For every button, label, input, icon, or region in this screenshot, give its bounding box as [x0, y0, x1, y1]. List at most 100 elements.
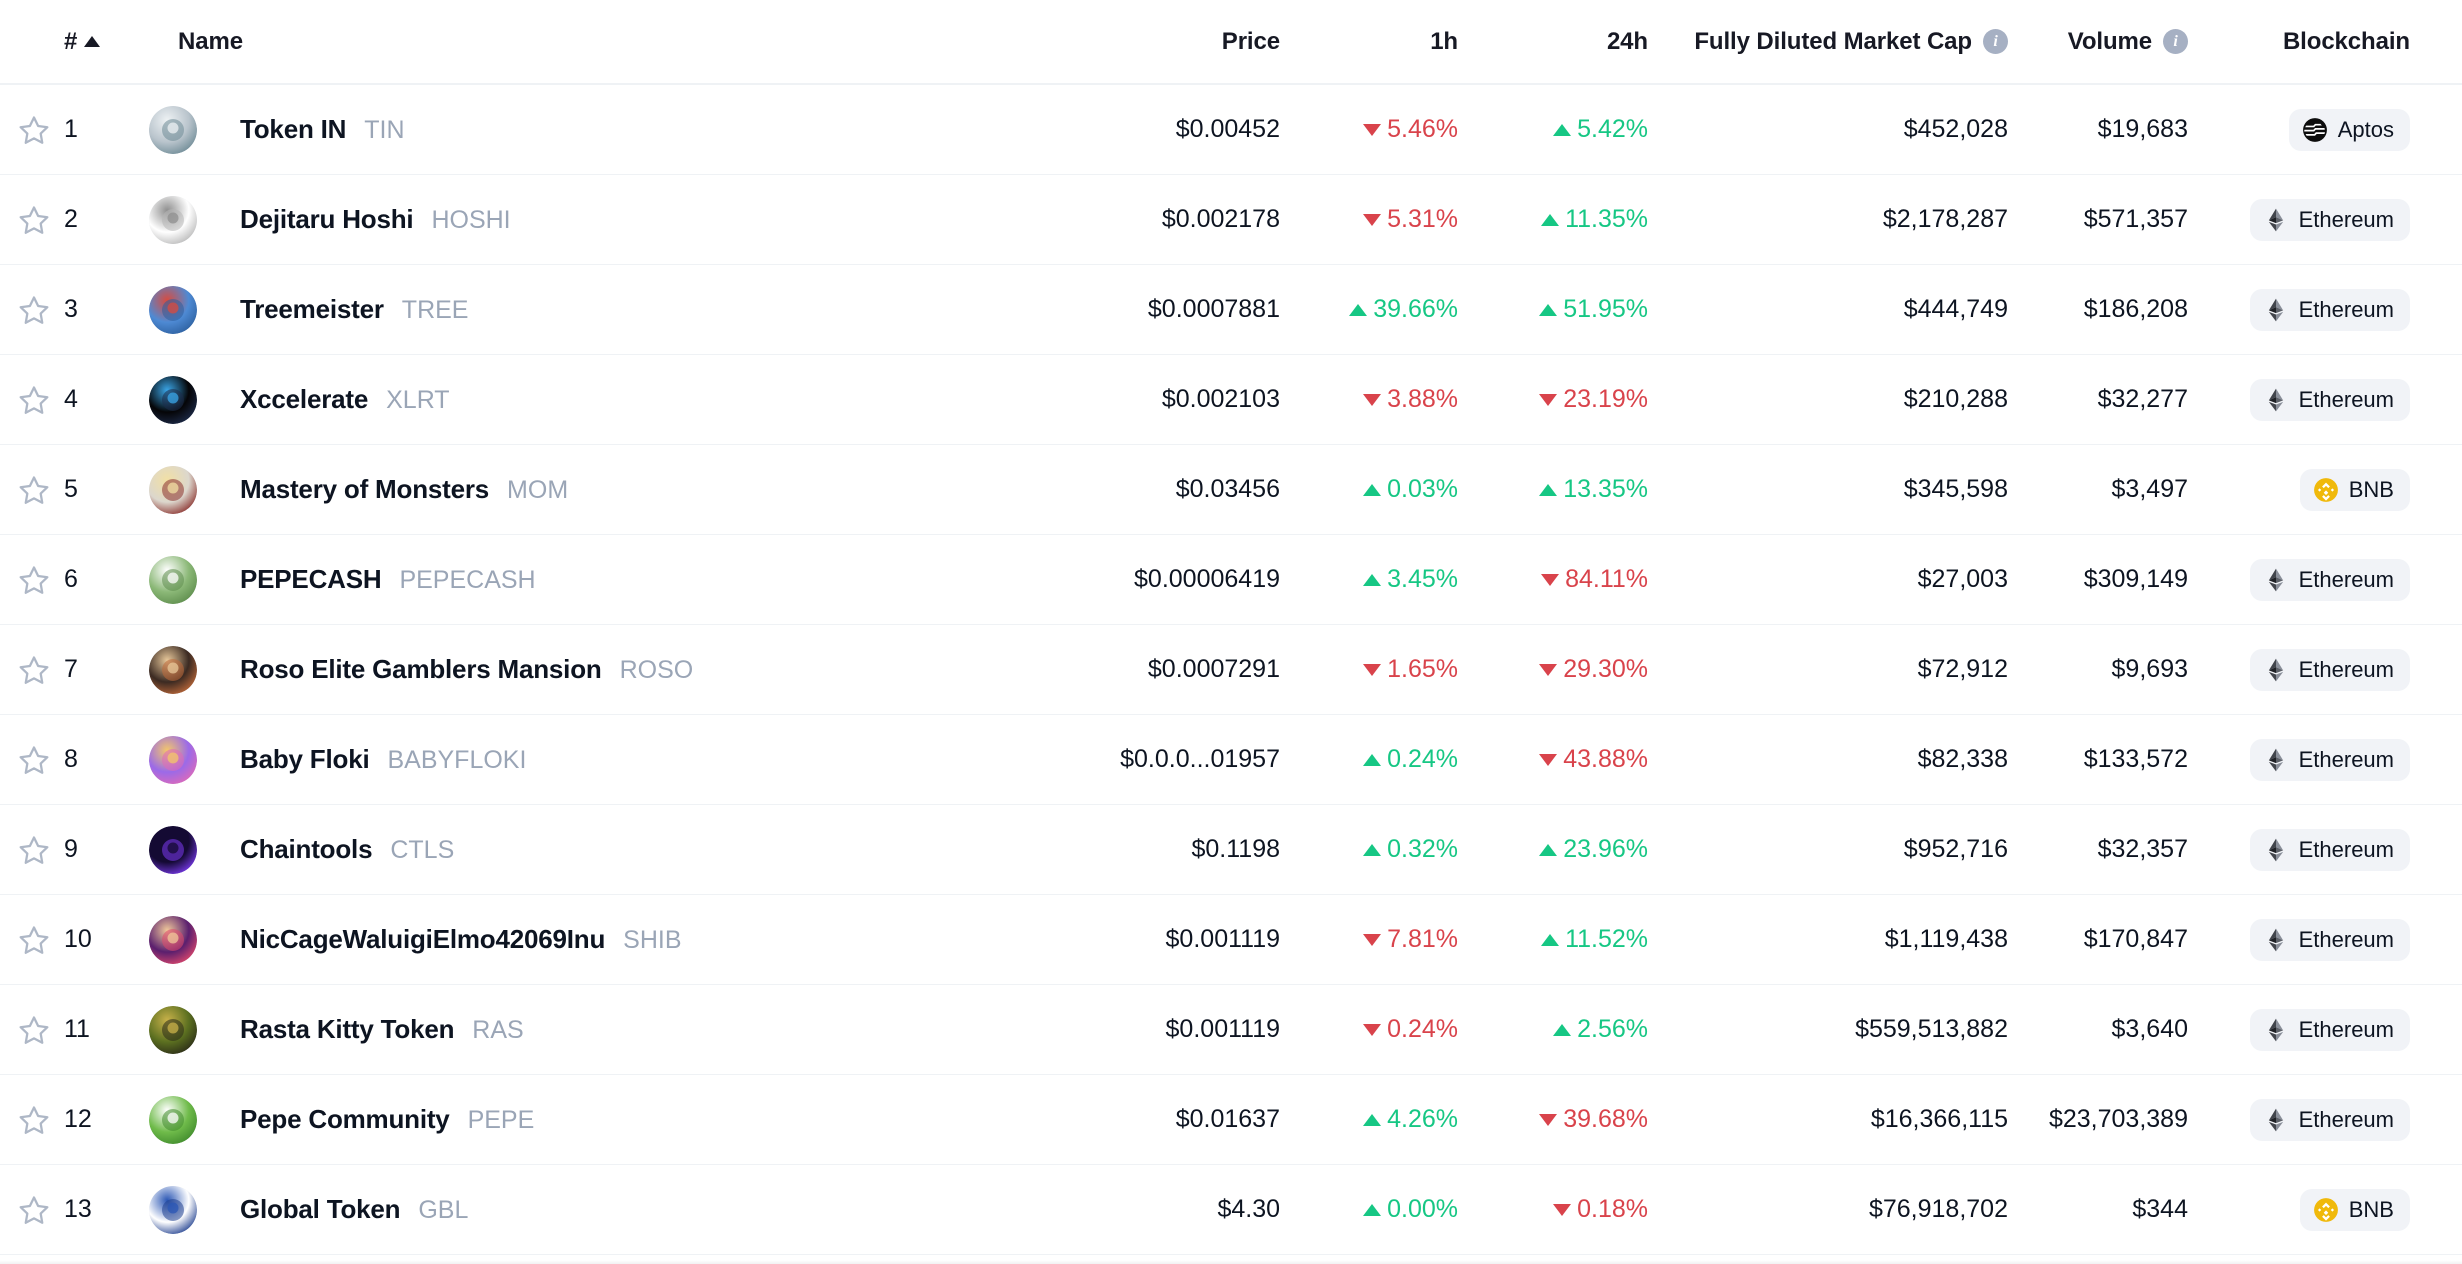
pepe-community-logo	[149, 1095, 197, 1144]
change-24h-value: 5.42%	[1577, 115, 1648, 143]
header-price[interactable]: Price	[1006, 28, 1298, 56]
blockchain-badge[interactable]: BNB	[2299, 468, 2410, 511]
blockchain-cell[interactable]: Ethereum	[2206, 738, 2462, 781]
table-row[interactable]: 5 Mastery of Monsters MOM $0.03456 0.03% 13.3…	[0, 445, 2462, 535]
favorite-star-button[interactable]	[0, 203, 56, 237]
bnb-icon	[2313, 1197, 2338, 1222]
header-volume[interactable]: Volume i	[2026, 28, 2206, 56]
table-row[interactable]: 8 Baby Floki BABYFLOKI $0.0.0...01957 0.24% 4…	[0, 715, 2462, 805]
coin-name-cell[interactable]: Roso Elite Gamblers Mansion ROSO	[206, 654, 1006, 685]
coin-name-cell[interactable]: Xccelerate XLRT	[206, 384, 1006, 415]
table-row[interactable]: 13 Global Token GBL $4.30 0.00% 0.18% $76,918,…	[0, 1165, 2462, 1255]
blockchain-badge[interactable]: Ethereum	[2249, 918, 2410, 961]
caret-up-icon	[1539, 843, 1558, 856]
header-24h[interactable]: 24h	[1476, 28, 1666, 56]
blockchain-cell[interactable]: BNB	[2206, 468, 2462, 511]
coin-name-cell[interactable]: Pepe Community PEPE	[206, 1104, 1006, 1135]
blockchain-badge[interactable]: Ethereum	[2249, 198, 2410, 241]
header-name[interactable]: Name	[144, 28, 1006, 56]
table-row[interactable]: 9 Chaintools CTLS $0.1198 0.32% 23.96% $952,71…	[0, 805, 2462, 895]
blockchain-cell[interactable]: Ethereum	[2206, 648, 2462, 691]
blockchain-cell[interactable]: Ethereum	[2206, 288, 2462, 331]
header-rank-sort[interactable]: #	[56, 28, 144, 56]
change-24h-value: 43.88%	[1563, 745, 1648, 773]
table-row[interactable]: 11 Rasta Kitty Token RAS $0.001119 0.24% 2.56…	[0, 985, 2462, 1075]
favorite-star-button[interactable]	[0, 1193, 56, 1227]
coin-name-cell[interactable]: Treemeister TREE	[206, 294, 1006, 325]
crypto-listing-table: # Name Price 1h 24h Fully Diluted Market…	[0, 0, 2462, 1264]
table-body: 1 Token IN TIN $0.00452 5.46% 5.42% $452,028 $1…	[0, 85, 2462, 1255]
table-row[interactable]: 3 Treemeister TREE $0.0007881 39.66% 51.95% $4…	[0, 265, 2462, 355]
blockchain-cell[interactable]: Ethereum	[2206, 1098, 2462, 1141]
blockchain-badge[interactable]: Ethereum	[2249, 648, 2410, 691]
blockchain-badge[interactable]: Ethereum	[2249, 1098, 2410, 1141]
table-row[interactable]: 6 PEPECASH PEPECASH $0.00006419 3.45% 84.11% $…	[0, 535, 2462, 625]
blockchain-cell[interactable]: Ethereum	[2206, 918, 2462, 961]
price-value: $0.002103	[1161, 385, 1280, 413]
table-row[interactable]: 1 Token IN TIN $0.00452 5.46% 5.42% $452,028 $1…	[0, 85, 2462, 175]
bnb-icon	[2313, 477, 2338, 502]
favorite-star-button[interactable]	[0, 743, 56, 777]
blockchain-cell[interactable]: Ethereum	[2206, 558, 2462, 601]
favorite-star-button[interactable]	[0, 383, 56, 417]
blockchain-badge[interactable]: Ethereum	[2249, 558, 2410, 601]
blockchain-badge[interactable]: Ethereum	[2249, 738, 2410, 781]
favorite-star-button[interactable]	[0, 1013, 56, 1047]
blockchain-badge[interactable]: BNB	[2299, 1188, 2410, 1231]
caret-down-icon	[1539, 393, 1558, 406]
table-row[interactable]: 7 Roso Elite Gamblers Mansion ROSO $0.00072…	[0, 625, 2462, 715]
favorite-star-button[interactable]	[0, 923, 56, 957]
table-row[interactable]: 10 NicCageWaluigiElmo42069Inu SHIB $0.00111…	[0, 895, 2462, 985]
blockchain-badge[interactable]: Aptos	[2288, 108, 2410, 151]
coin-name-cell[interactable]: Token IN TIN	[206, 114, 1006, 145]
coin-name-cell[interactable]: Global Token GBL	[206, 1194, 1006, 1225]
blockchain-badge[interactable]: Ethereum	[2249, 1008, 2410, 1051]
favorite-star-button[interactable]	[0, 1103, 56, 1137]
coin-name-cell[interactable]: Dejitaru Hoshi HOSHI	[206, 204, 1006, 235]
change-24h: 13.35%	[1476, 475, 1666, 504]
info-icon[interactable]: i	[2163, 29, 2188, 54]
blockchain-cell[interactable]: Ethereum	[2206, 1008, 2462, 1051]
header-blockchain[interactable]: Blockchain	[2206, 28, 2462, 56]
blockchain-cell[interactable]: Ethereum	[2206, 198, 2462, 241]
coin-symbol: XLRT	[386, 386, 450, 414]
blockchain-badge[interactable]: Ethereum	[2249, 378, 2410, 421]
ethereum-icon	[2268, 1018, 2283, 1041]
bottom-edge-shadow	[0, 1260, 2462, 1264]
favorite-star-button[interactable]	[0, 113, 56, 147]
coin-name-cell[interactable]: NicCageWaluigiElmo42069Inu SHIB	[206, 924, 1006, 955]
header-1h[interactable]: 1h	[1298, 28, 1476, 56]
favorite-star-button[interactable]	[0, 563, 56, 597]
coin-name-cell[interactable]: Mastery of Monsters MOM	[206, 474, 1006, 505]
coin-name: Rasta Kitty Token	[240, 1014, 455, 1044]
info-icon[interactable]: i	[1983, 29, 2008, 54]
blockchain-badge[interactable]: Ethereum	[2249, 288, 2410, 331]
blockchain-label: Ethereum	[2298, 206, 2394, 232]
blockchain-cell[interactable]: Ethereum	[2206, 828, 2462, 871]
change-1h-value: 1.65%	[1387, 655, 1458, 683]
coin-name-cell[interactable]: Chaintools CTLS	[206, 834, 1006, 865]
favorite-star-button[interactable]	[0, 833, 56, 867]
table-row[interactable]: 12 Pepe Community PEPE $0.01637 4.26% 39.68% $…	[0, 1075, 2462, 1165]
rank-number: 3	[64, 295, 78, 323]
blockchain-badge[interactable]: Ethereum	[2249, 828, 2410, 871]
coin-name-cell[interactable]: Baby Floki BABYFLOKI	[206, 744, 1006, 775]
price-value: $0.0007291	[1147, 655, 1280, 683]
header-fully-diluted-market-cap[interactable]: Fully Diluted Market Cap i	[1666, 28, 2026, 56]
favorite-star-button[interactable]	[0, 293, 56, 327]
coin-name-cell[interactable]: PEPECASH PEPECASH	[206, 564, 1006, 595]
favorite-star-button[interactable]	[0, 473, 56, 507]
ethereum-icon	[2268, 838, 2283, 861]
table-row[interactable]: 2 Dejitaru Hoshi HOSHI $0.002178 5.31% 11.35%…	[0, 175, 2462, 265]
ethereum-icon	[2268, 208, 2283, 231]
sort-ascending-icon[interactable]	[84, 36, 101, 47]
price-value: $0.00006419	[1134, 565, 1280, 593]
blockchain-cell[interactable]: Ethereum	[2206, 378, 2462, 421]
table-row[interactable]: 4 Xccelerate XLRT $0.002103 3.88% 23.19% $210,…	[0, 355, 2462, 445]
favorite-star-button[interactable]	[0, 653, 56, 687]
coin-name-cell[interactable]: Rasta Kitty Token RAS	[206, 1014, 1006, 1045]
blockchain-cell[interactable]: BNB	[2206, 1188, 2462, 1231]
change-1h-value: 3.45%	[1387, 565, 1458, 593]
rank-number: 2	[64, 205, 78, 233]
blockchain-cell[interactable]: Aptos	[2206, 108, 2462, 151]
